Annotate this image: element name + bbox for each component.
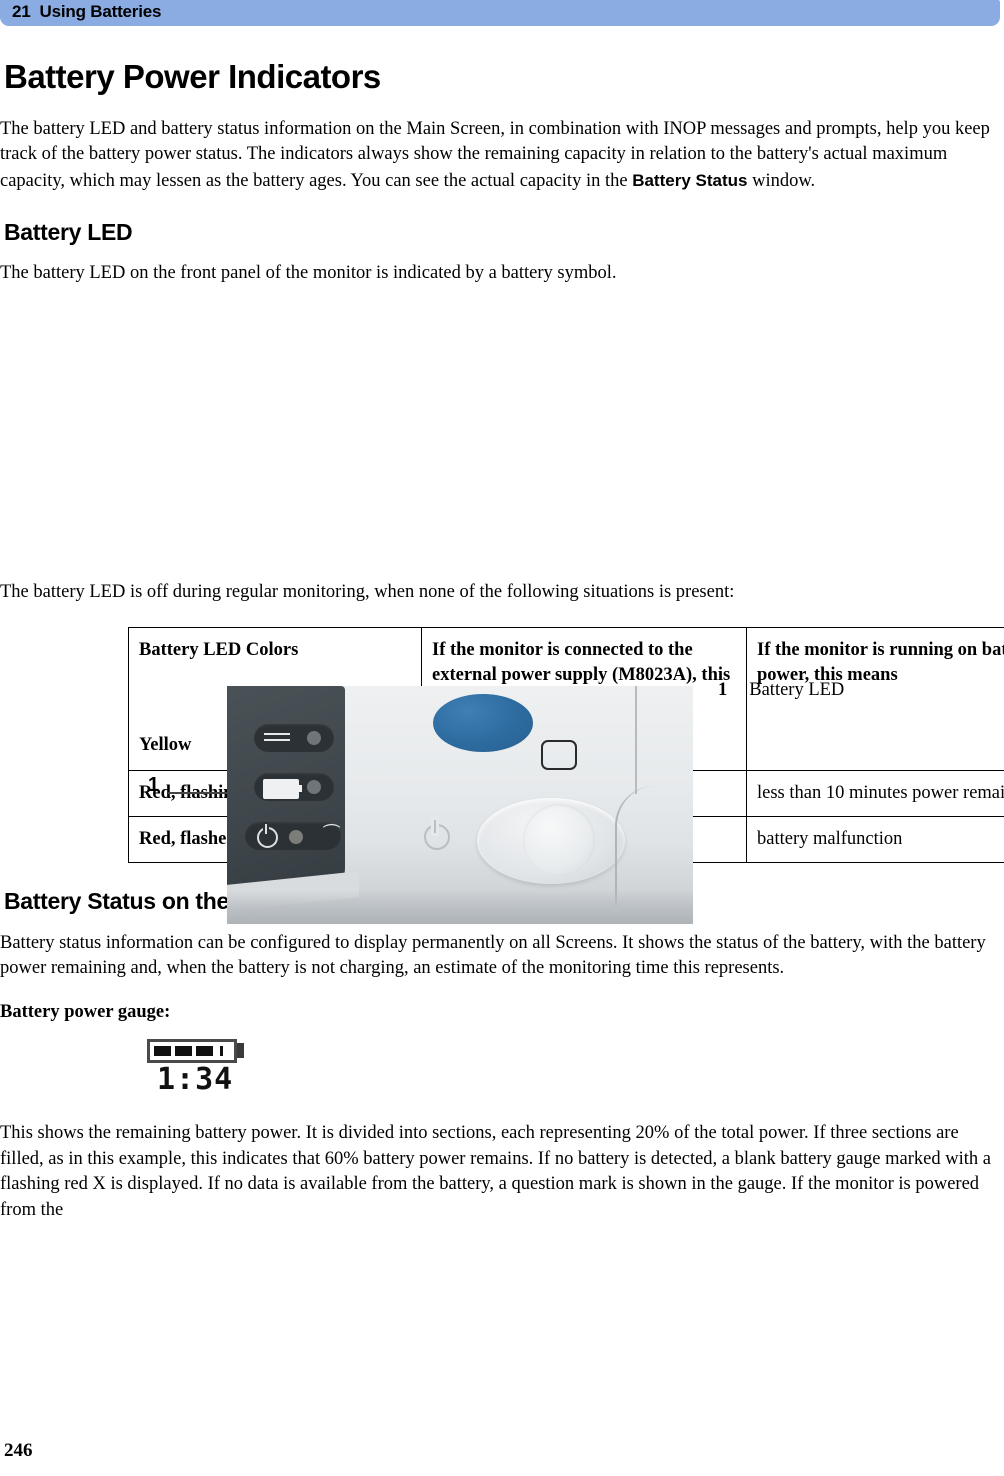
intro-paragraph-part1: The battery LED and battery status infor…: [0, 118, 990, 191]
battery-power-gauge: 1:34: [139, 1039, 259, 1105]
led-indicator-power: [289, 829, 303, 844]
table-cell-red-flashing-battery: less than 10 minutes power remaining: [746, 770, 1004, 818]
gauge-tick-mark: [220, 1046, 223, 1057]
gauge-segment-2: [175, 1046, 192, 1057]
blue-oval-button: [433, 693, 533, 752]
intro-paragraph-part2: window.: [747, 170, 816, 191]
after-figure-paragraph: The battery LED is off during regular mo…: [0, 581, 735, 602]
gauge-battery-terminal: [237, 1043, 244, 1059]
lightning-bolt-icon: ⏜: [323, 823, 341, 845]
navigation-wheel-inner: [523, 803, 595, 876]
photo-seam-curve: [615, 785, 687, 906]
photo-bottom-shadow: [227, 889, 693, 924]
closing-paragraph: This shows the remaining battery power. …: [0, 1123, 991, 1220]
bezel-power-symbol-icon: [424, 819, 450, 850]
gauge-time-remaining: 1:34: [157, 1062, 234, 1098]
battery-led-figure: 1 ⏜ 1 Battery LED: [0, 309, 1004, 924]
led-indicator-ac: [307, 730, 321, 745]
page-content: Battery Power Indicators The battery LED…: [0, 26, 1004, 1223]
figure-legend: 1 Battery LED: [718, 680, 844, 701]
led-indicator-battery: [307, 779, 321, 794]
ac-lines-icon: [264, 732, 290, 741]
figure-legend-number: 1: [718, 679, 728, 700]
figure-legend-label: Battery LED: [749, 679, 845, 700]
monitor-front-panel-photo: ⏜: [227, 685, 693, 924]
column-header-colors: Battery LED Colors: [139, 640, 299, 661]
figure-callout-number: 1: [148, 773, 160, 796]
rounded-square-outline: [541, 739, 577, 770]
section-heading-battery-led: Battery LED: [4, 219, 133, 246]
gauge-segment-3: [196, 1046, 213, 1057]
battery-symbol-icon: [263, 778, 302, 799]
battery-status-emphasis: Battery Status: [632, 170, 748, 190]
gauge-label: Battery power gauge:: [0, 1001, 171, 1022]
page-number: 246: [4, 1440, 33, 1461]
gauge-segment-1: [154, 1046, 171, 1057]
main-screen-paragraph: Battery status information can be config…: [0, 932, 986, 979]
photo-seam-right: [635, 685, 637, 794]
table-cell-red-intermittent-battery: battery malfunction: [746, 816, 1004, 864]
running-header-bar: 21 Using Batteries: [0, 0, 1000, 26]
running-header-text: 21 Using Batteries: [12, 2, 162, 21]
power-symbol-icon: [257, 823, 278, 848]
indicator-pill-ac: [254, 723, 334, 752]
battery-led-paragraph: The battery LED on the front panel of th…: [0, 263, 617, 284]
intro-paragraph: The battery LED and battery status infor…: [0, 117, 1004, 195]
page-title: Battery Power Indicators: [4, 58, 381, 95]
